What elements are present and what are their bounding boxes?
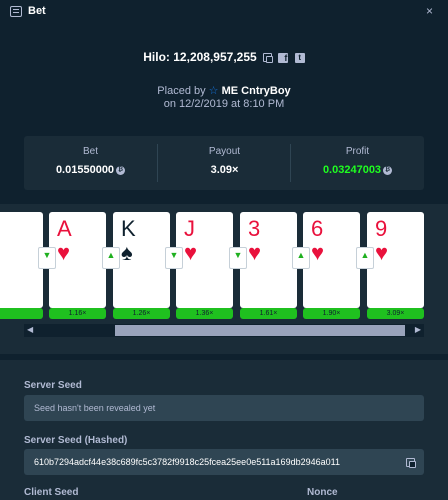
server-seed-label: Server Seed xyxy=(24,380,82,391)
twitter-icon[interactable]: t xyxy=(294,52,305,63)
payout-value: 3.09× xyxy=(210,164,239,176)
multiplier-badge: 1.16× xyxy=(49,308,106,319)
profit-label: Profit xyxy=(345,146,370,157)
card-rank: K xyxy=(121,216,136,241)
hashed-seed-value: 610b7294adcf44e38c689fc5c3782f9918c25fce… xyxy=(34,457,340,467)
profit-value-row: 0.03247003 ₿ xyxy=(291,164,424,176)
bet-label: Bet xyxy=(82,146,98,157)
horizontal-scrollbar[interactable]: ◀ ▶ xyxy=(24,324,424,337)
card-rank: A xyxy=(57,216,72,241)
card-suit-icon: ♥ xyxy=(57,240,71,265)
bet-value: 0.01550000 xyxy=(55,164,115,176)
stats-box: Bet 0.01550000 ₿ Payout 3.09× Profit 0.03… xyxy=(24,136,424,190)
window-title: Bet xyxy=(28,5,46,17)
cards-strip: ◀ ▶ A ♥ ▼ 1.16× K ♠ ▲ 1.26× J ♥ ▼ 1.36× 3 ♥ ▼ 1.61× 6 ♥ ▲ 1… xyxy=(0,204,448,354)
game-id: Hilo: 12,208,957,255 xyxy=(143,50,257,64)
card: A ♥ xyxy=(49,212,106,308)
card: 3 ♥ xyxy=(240,212,297,308)
card-suit-icon: ♥ xyxy=(311,240,325,265)
card-suit-icon: ♥ xyxy=(248,240,262,265)
currency-icon: ₿ xyxy=(116,165,126,175)
placed-date: on 12/2/2019 at 8:10 PM xyxy=(163,98,285,110)
client-seed-label: Client Seed xyxy=(24,487,79,498)
higher-arrow-icon: ▲ xyxy=(102,247,120,269)
star-icon: ☆ xyxy=(208,85,219,97)
card: K ♠ xyxy=(113,212,170,308)
card-suit-icon: ♥ xyxy=(375,240,389,265)
facebook-icon[interactable]: f xyxy=(278,52,289,63)
lower-arrow-icon: ▼ xyxy=(38,247,56,269)
nonce-label: Nonce xyxy=(307,487,338,498)
hashed-seed-label: Server Seed (Hashed) xyxy=(24,435,128,446)
profit-stat: Profit 0.03247003 ₿ xyxy=(291,136,424,190)
game-id-row: Hilo: 12,208,957,255 f t xyxy=(0,50,448,64)
hashed-seed-field[interactable]: 610b7294adcf44e38c689fc5c3782f9918c25fce… xyxy=(24,449,424,475)
card: 9 ♥ xyxy=(367,212,424,308)
bet-value-row: 0.01550000 ₿ xyxy=(24,164,157,176)
scroll-left-icon[interactable]: ◀ xyxy=(27,325,33,334)
rank-badge: ME xyxy=(221,85,239,97)
username-link[interactable]: CntryBoy xyxy=(241,85,291,97)
card: 6 ♥ xyxy=(303,212,360,308)
title-bar: Bet × xyxy=(0,0,448,24)
card-rank: 9 xyxy=(375,216,388,241)
card: J ♥ xyxy=(176,212,233,308)
currency-icon: ₿ xyxy=(383,165,393,175)
card-suit-icon: ♠ xyxy=(121,240,133,265)
card-rank: J xyxy=(184,216,195,241)
profit-value: 0.03247003 xyxy=(322,164,382,176)
bet-slip-icon xyxy=(10,6,22,17)
bet-stat: Bet 0.01550000 ₿ xyxy=(24,136,157,190)
multiplier-badge: 1.26× xyxy=(113,308,170,319)
lower-arrow-icon: ▼ xyxy=(165,247,183,269)
placed-by-label: Placed by xyxy=(157,85,206,97)
scrollbar-thumb[interactable] xyxy=(115,325,405,336)
placed-by: Placed by ☆ ME CntryBoy on 12/2/2019 at … xyxy=(0,85,448,111)
higher-arrow-icon: ▲ xyxy=(292,247,310,269)
card-suit-icon: ♥ xyxy=(184,240,198,265)
multiplier-badge: 1.90× xyxy=(303,308,360,319)
multiplier-badge: 3.09× xyxy=(367,308,424,319)
copy-icon[interactable] xyxy=(406,458,416,468)
fairness-section: Server Seed Seed hasn't been revealed ye… xyxy=(0,360,448,500)
multiplier-start xyxy=(0,308,43,319)
higher-arrow-icon: ▲ xyxy=(356,247,374,269)
server-seed-field[interactable]: Seed hasn't been revealed yet xyxy=(24,395,424,421)
payout-stat: Payout 3.09× xyxy=(158,136,291,190)
close-button[interactable]: × xyxy=(426,4,433,18)
card-start xyxy=(0,212,43,308)
card-rank: 3 xyxy=(248,216,261,241)
multiplier-badge: 1.36× xyxy=(176,308,233,319)
multiplier-badge: 1.61× xyxy=(240,308,297,319)
copy-icon[interactable] xyxy=(263,53,274,64)
lower-arrow-icon: ▼ xyxy=(229,247,247,269)
payout-label: Payout xyxy=(208,146,241,157)
scroll-right-icon[interactable]: ▶ xyxy=(415,325,421,334)
card-rank: 6 xyxy=(311,216,324,241)
